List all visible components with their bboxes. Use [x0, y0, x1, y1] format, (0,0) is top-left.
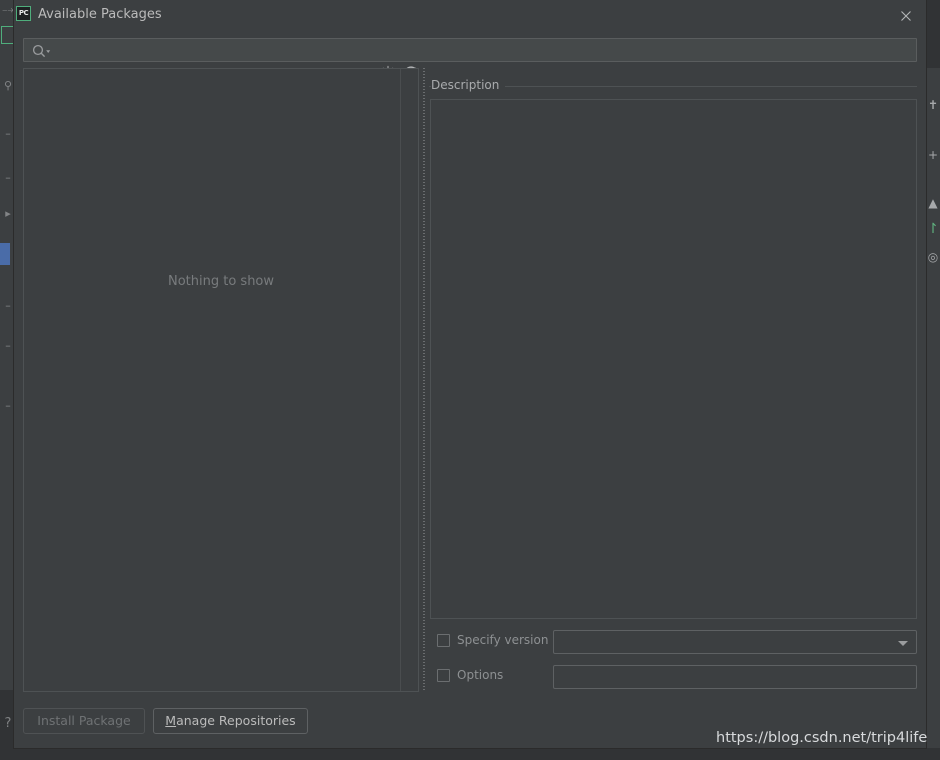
- search-field[interactable]: [23, 38, 917, 62]
- options-input[interactable]: [558, 667, 914, 689]
- screen: ⤍ ⚲ – – ▸ – – – ? ✝ + ▲ ↾ ◎ PC Available…: [0, 0, 940, 760]
- splitter-grip: [423, 68, 425, 692]
- options-field[interactable]: [553, 665, 917, 689]
- manage-repositories-button[interactable]: Manage Repositories: [153, 708, 308, 734]
- specify-version-checkbox[interactable]: [437, 634, 450, 647]
- options-label: Options: [457, 668, 504, 682]
- ide-icon-search[interactable]: ⚲: [1, 80, 15, 92]
- dialog-titlebar: PC Available Packages: [14, 0, 926, 30]
- close-icon[interactable]: [894, 4, 918, 26]
- wrench-icon[interactable]: ✝: [926, 98, 940, 112]
- available-packages-dialog: PC Available Packages Nothing to show De…: [14, 0, 926, 748]
- packages-list-panel[interactable]: Nothing to show: [23, 68, 419, 692]
- description-header: Description: [429, 78, 917, 94]
- ide-bottom-strip: [0, 748, 940, 760]
- panel-splitter[interactable]: [420, 68, 429, 692]
- pycharm-icon: PC: [16, 6, 31, 21]
- ide-icon-minus-5[interactable]: –: [1, 400, 15, 412]
- search-icon: [31, 43, 53, 59]
- ide-icon-minus-2[interactable]: –: [1, 172, 15, 184]
- triangle-up-icon[interactable]: ▲: [926, 196, 940, 210]
- chevron-down-icon: [898, 641, 908, 646]
- description-panel: Description Specify version Options: [429, 68, 917, 692]
- version-dropdown[interactable]: [553, 630, 917, 654]
- plus-icon[interactable]: +: [926, 148, 940, 162]
- ide-green-marker: [1, 26, 15, 44]
- target-icon[interactable]: ◎: [926, 250, 940, 264]
- specify-version-label: Specify version: [457, 633, 549, 647]
- ide-icon-minus-1[interactable]: –: [1, 128, 15, 140]
- options-checkbox[interactable]: [437, 669, 450, 682]
- ide-help-icon[interactable]: ?: [1, 717, 15, 730]
- ide-icon-branch[interactable]: ⤍: [1, 4, 15, 16]
- ide-right-toolbar: [926, 0, 940, 760]
- description-label: Description: [431, 78, 506, 92]
- ide-icon-minus-4[interactable]: –: [1, 340, 15, 352]
- description-body: [430, 99, 917, 619]
- empty-state-label: Nothing to show: [167, 274, 275, 289]
- packages-list-scrollbar[interactable]: [400, 69, 418, 691]
- specify-version-row: Specify version: [429, 630, 917, 654]
- ide-icon-minus-3[interactable]: –: [1, 300, 15, 312]
- manage-mnemonic: M: [165, 713, 177, 728]
- ide-selected-item[interactable]: [0, 243, 10, 265]
- search-input[interactable]: [54, 40, 914, 62]
- watermark-text: https://blog.csdn.net/trip4life: [716, 730, 928, 746]
- dialog-title: Available Packages: [38, 7, 162, 22]
- ide-icon-arrow[interactable]: ▸: [1, 208, 15, 220]
- options-row: Options: [429, 665, 917, 689]
- ide-right-top-fill: [926, 0, 940, 68]
- arc-green-icon[interactable]: ↾: [926, 222, 940, 236]
- install-package-button[interactable]: Install Package: [23, 708, 145, 734]
- manage-label-rest: anage Repositories: [176, 713, 296, 728]
